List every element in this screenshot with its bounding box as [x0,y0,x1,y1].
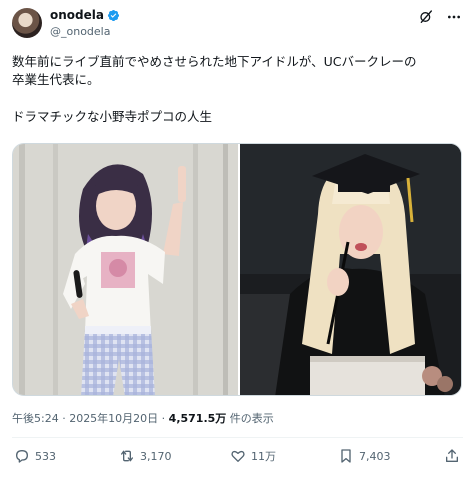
repost-count: 3,170 [140,449,172,463]
author-name-row: onodela [50,8,120,22]
avatar[interactable] [12,8,42,38]
tweet-text: 数年前にライブ直前でやめさせられた地下アイドルが、UCバークレーの 卒業生代表に… [12,53,463,126]
tweet-header: onodela @_onodela [12,8,463,42]
tweet-meta: 午後5:24 · 2025年10月20日 · 4,571.5万 件の表示 [12,410,274,426]
header-icons [417,8,463,26]
views-label: 件の表示 [226,412,274,425]
verified-badge-icon [107,9,120,21]
like-count: 11万 [251,450,276,463]
tweet-text-line: 数年前にライブ直前でやめさせられた地下アイドルが、UCバークレーの [12,54,417,69]
author-handle[interactable]: @_onodela [50,25,110,38]
bookmark-icon [341,449,351,463]
views-count: 4,571.5万 [168,412,227,425]
repost-icon [121,450,133,462]
grok-icon[interactable] [417,8,435,26]
action-bar: 533 3,170 11万 7,403 [12,448,463,472]
reply-count: 533 [35,449,56,463]
more-icon[interactable] [445,8,463,26]
bookmark-count: 7,403 [359,449,391,463]
bookmark-button[interactable]: 7,403 [338,448,391,464]
tweet-text-line: 卒業生代表に。 [12,72,100,87]
share-icon [446,449,458,462]
author-display-name[interactable]: onodela [50,8,104,22]
reply-icon [16,450,28,463]
repost-button[interactable]: 3,170 [119,448,172,464]
tweet-text-line: ドラマチックな小野寺ポプコの人生 [12,109,213,124]
tweet-media [12,143,462,396]
like-button[interactable]: 11万 [230,448,276,464]
timestamp[interactable]: 午後5:24 · 2025年10月20日 · [12,412,169,425]
graduation-speech-photo[interactable] [240,144,461,395]
heart-icon [231,450,245,462]
share-button[interactable] [444,448,460,464]
idol-performer-photo[interactable] [13,144,238,395]
reply-button[interactable]: 533 [14,448,56,464]
divider [12,437,463,438]
